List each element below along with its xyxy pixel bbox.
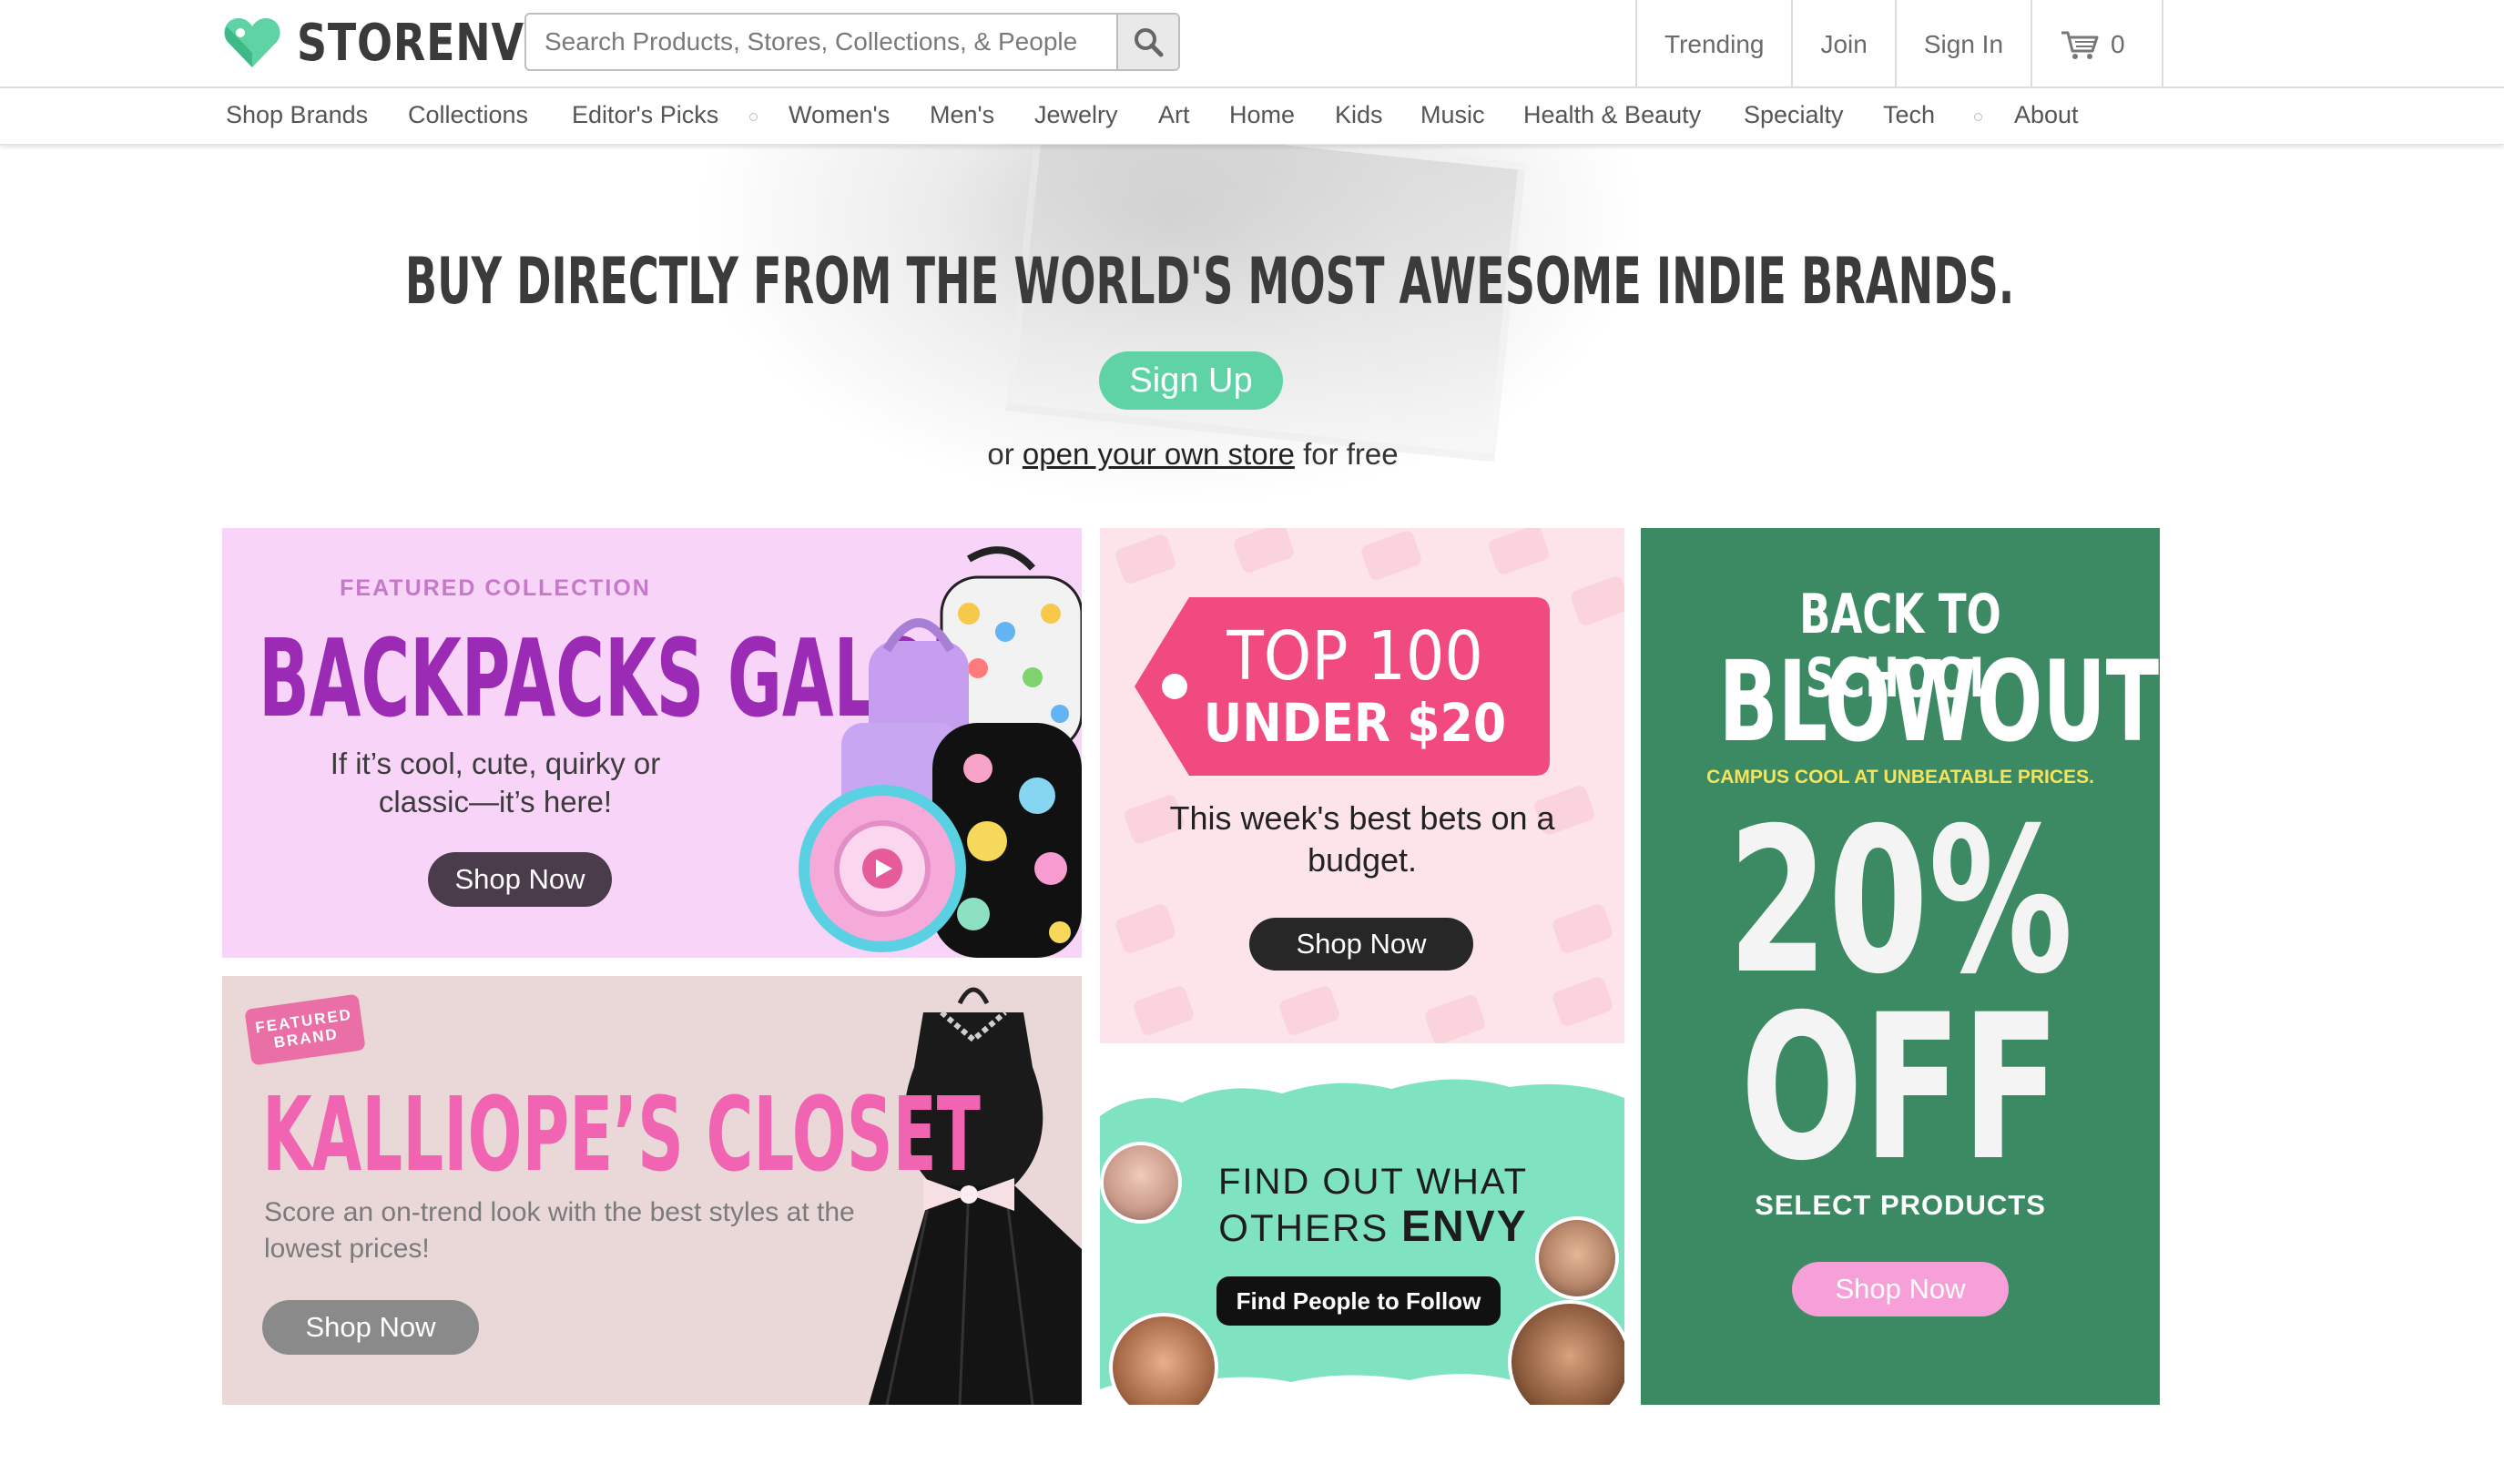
nav-kids[interactable]: Kids [1335, 101, 1383, 129]
discount-off: OFF [1740, 971, 2061, 1204]
select-products-label: SELECT PRODUCTS [1755, 1189, 2046, 1221]
nav-specialty[interactable]: Specialty [1744, 101, 1844, 129]
featured-collection-label: FEATURED COLLECTION [340, 575, 651, 601]
backpacks-shop-now-button[interactable]: Shop Now [428, 852, 612, 907]
back-to-school-promo-tile[interactable]: BACK TO SCHOOL BLOWOUT CAMPUS COOL AT UN… [1641, 528, 2160, 1405]
nav-tech[interactable]: Tech [1883, 101, 1935, 129]
cart-button[interactable]: 0 [2032, 0, 2163, 88]
find-people-promo-tile[interactable]: FIND OUT WHAT OTHERS ENVY Find People to… [1100, 1062, 1624, 1405]
backpacks-promo-tile[interactable]: FEATURED COLLECTION BACKPACKS GALORE If … [222, 528, 1082, 958]
category-nav: Shop Brands Collections Editor's Picks W… [0, 88, 2504, 145]
nav-womens[interactable]: Women's [789, 101, 890, 129]
top-header: STORENVY Trending Join Sign In 0 [0, 0, 2504, 88]
blowout-title: BLOWOUT [1718, 637, 2159, 767]
nav-shop-brands[interactable]: Shop Brands [226, 101, 368, 129]
nav-separator-dot [1974, 113, 1982, 121]
search-input[interactable] [526, 15, 1118, 69]
hero-title: BUY DIRECTLY FROM THE WORLD'S MOST AWESO… [404, 244, 2015, 319]
nav-home[interactable]: Home [1229, 101, 1295, 129]
heart-tag-icon [224, 18, 280, 67]
top-100-description: This week's best bets on a budget. [1169, 799, 1555, 879]
others-envy-line: OTHERS ENVY [1173, 1202, 1573, 1252]
top-100-title: TOP 100 [1227, 617, 1483, 696]
top-100-promo-tile[interactable]: TOP 100 UNDER $20 This week's best bets … [1100, 528, 1624, 1043]
find-people-to-follow-button[interactable]: Find People to Follow [1216, 1276, 1501, 1326]
sign-in-link[interactable]: Sign In [1897, 0, 2033, 88]
featured-brand-badge: FEATURED BRAND [244, 993, 366, 1066]
top-100-shop-now-button[interactable]: Shop Now [1249, 918, 1473, 971]
avatar [1100, 1142, 1182, 1224]
nav-mens[interactable]: Men's [930, 101, 994, 129]
top-100-subtitle: UNDER $20 [1203, 692, 1507, 754]
backpacks-illustration [799, 546, 1082, 958]
kalliopes-closet-shop-now-button[interactable]: Shop Now [262, 1300, 479, 1355]
hero-sub-prefix: or [987, 437, 1023, 471]
backpacks-description: If it’s cool, cute, quirky or classic—it… [330, 747, 661, 818]
nav-art[interactable]: Art [1158, 101, 1190, 129]
hero-subtext: or open your own store for free [911, 437, 1475, 472]
nav-about[interactable]: About [2014, 101, 2079, 129]
nav-music[interactable]: Music [1420, 101, 1485, 129]
trending-link[interactable]: Trending [1637, 0, 1794, 88]
join-link[interactable]: Join [1793, 0, 1897, 88]
nav-editors-picks[interactable]: Editor's Picks [572, 101, 718, 129]
kalliopes-closet-promo-tile[interactable]: FEATURED BRAND KALLIOPE’S CLOSET Score a… [222, 976, 1082, 1405]
header-nav: Trending Join Sign In 0 [1635, 0, 2163, 88]
nav-separator-dot [749, 113, 758, 121]
envy-text: ENVY [1400, 1203, 1528, 1251]
logo-text: STORENVY [297, 13, 555, 73]
others-text: OTHERS [1218, 1206, 1401, 1249]
nav-health-beauty[interactable]: Health & Beauty [1523, 101, 1701, 129]
sign-up-button[interactable]: Sign Up [1099, 351, 1283, 410]
back-to-school-shop-now-button[interactable]: Shop Now [1792, 1262, 2009, 1316]
kalliopes-closet-description: Score an on-trend look with the best sty… [264, 1197, 855, 1264]
open-store-link[interactable]: open your own store [1023, 437, 1295, 471]
nav-jewelry[interactable]: Jewelry [1034, 101, 1118, 129]
cart-count: 0 [2111, 29, 2125, 58]
search-button[interactable] [1116, 15, 1178, 69]
find-out-what-line: FIND OUT WHAT [1217, 1162, 1529, 1202]
hero-sub-suffix: for free [1294, 437, 1399, 471]
nav-collections[interactable]: Collections [408, 101, 528, 129]
kalliopes-closet-title: KALLIOPE’S CLOSET [262, 1076, 981, 1194]
cart-icon [2061, 31, 2099, 59]
search-icon [1135, 28, 1164, 57]
search-box [524, 13, 1180, 71]
